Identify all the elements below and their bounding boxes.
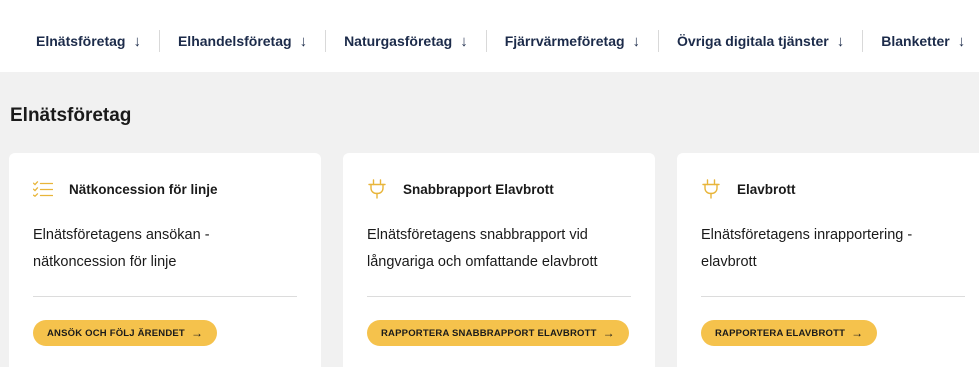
section-title: Elnätsföretag xyxy=(10,105,132,126)
button-label: RAPPORTERA ELAVBROTT xyxy=(715,327,846,339)
card-header: Snabbrapport Elavbrott xyxy=(367,179,554,199)
plug-icon xyxy=(367,179,387,199)
checklist-icon xyxy=(33,179,53,199)
nav-item-elhandelsforetag[interactable]: Elhandelsföretag ↓ xyxy=(178,33,307,50)
nav-divider xyxy=(658,30,660,52)
nav-item-label: Övriga digitala tjänster xyxy=(677,33,829,49)
nav-item-naturgasforetag[interactable]: Naturgasföretag ↓ xyxy=(344,33,468,50)
arrow-down-icon: ↓ xyxy=(460,32,468,50)
arrow-down-icon: ↓ xyxy=(957,32,966,50)
nav-list: Elnätsföretag ↓ Elhandelsföretag ↓ Natur… xyxy=(36,30,965,52)
nav-divider xyxy=(485,30,487,52)
plug-icon xyxy=(701,179,721,199)
main-content: Elnätsföretag Nätkoncession för linje El… xyxy=(0,72,979,383)
nav-item-fjarrvarmeforetag[interactable]: Fjärrvärmeföretag ↓ xyxy=(505,33,640,50)
report-outage-button[interactable]: RAPPORTERA ELAVBROTT → xyxy=(701,320,878,346)
arrow-down-icon: ↓ xyxy=(836,32,845,50)
card-description: Elnätsföretagens inrapportering - elavbr… xyxy=(701,227,913,270)
arrow-down-icon: ↓ xyxy=(632,32,641,50)
arrow-right-icon: → xyxy=(190,326,204,340)
card-description: Elnätsföretagens ansökan - nätkoncession… xyxy=(33,227,210,270)
arrow-down-icon: ↓ xyxy=(299,32,308,50)
nav-item-label: Fjärrvärmeföretag xyxy=(504,33,625,49)
card-header: Elavbrott xyxy=(701,179,796,199)
top-navigation: Elnätsföretag ↓ Elhandelsföretag ↓ Natur… xyxy=(0,0,979,73)
card-title: Snabbrapport Elavbrott xyxy=(403,181,554,197)
arrow-down-icon: ↓ xyxy=(133,32,141,50)
service-card-natkoncession: Nätkoncession för linje Elnätsföretagens… xyxy=(9,153,321,383)
nav-divider xyxy=(158,30,160,52)
arrow-right-icon: → xyxy=(851,326,864,340)
report-quick-report-button[interactable]: RAPPORTERA SNABBRAPPORT ELAVBROTT → xyxy=(367,320,629,346)
nav-divider xyxy=(862,30,864,52)
card-title: Elavbrott xyxy=(737,181,796,197)
apply-and-follow-button[interactable]: ANSÖK OCH FÖLJ ÄRENDET → xyxy=(33,320,218,346)
nav-item-label: Elhandelsföretag xyxy=(177,33,292,49)
button-label: ANSÖK OCH FÖLJ ÄRENDET xyxy=(47,327,185,339)
nav-item-label: Blanketter xyxy=(881,33,950,49)
nav-divider xyxy=(325,30,327,52)
card-description: Elnätsföretagens snabbrapport vid långva… xyxy=(367,227,598,270)
card-title: Nätkoncession för linje xyxy=(69,181,218,197)
arrow-right-icon: → xyxy=(602,326,615,340)
nav-item-label: Elnätsföretag xyxy=(36,33,126,49)
card-divider xyxy=(33,296,297,297)
service-card-elavbrott: Elavbrott Elnätsföretagens inrapporterin… xyxy=(677,153,979,383)
nav-item-elnatsforetag[interactable]: Elnätsföretag ↓ xyxy=(36,33,141,50)
nav-item-label: Naturgasföretag xyxy=(344,33,453,49)
nav-item-ovriga-digitala-tjanster[interactable]: Övriga digitala tjänster ↓ xyxy=(677,33,844,50)
card-divider xyxy=(367,296,631,297)
nav-item-blanketter[interactable]: Blanketter ↓ xyxy=(881,33,965,50)
button-label: RAPPORTERA SNABBRAPPORT ELAVBROTT xyxy=(381,327,597,339)
card-divider xyxy=(701,296,965,297)
service-card-snabbrapport: Snabbrapport Elavbrott Elnätsföretagens … xyxy=(343,153,655,383)
card-header: Nätkoncession för linje xyxy=(33,179,218,199)
